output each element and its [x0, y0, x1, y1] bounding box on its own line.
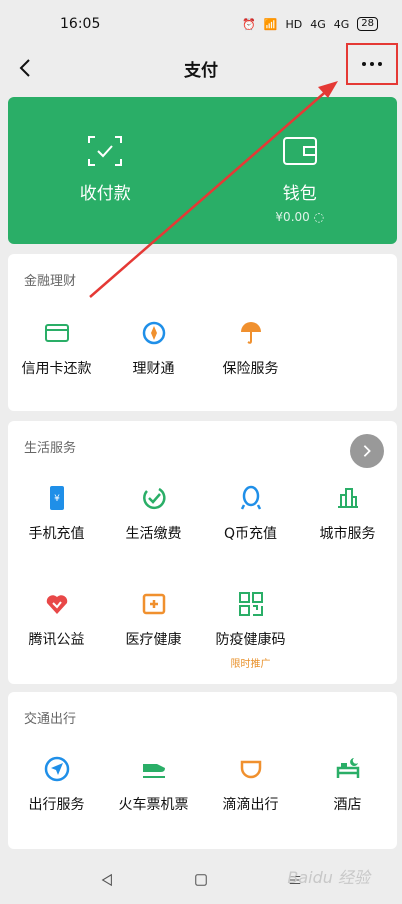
payment-card: 收付款 钱包 ¥0.00 ◌: [8, 97, 397, 244]
more-dot-icon: [370, 62, 374, 66]
wallet-button[interactable]: 钱包 ¥0.00 ◌: [203, 97, 398, 244]
insurance-label: 保险服务: [222, 361, 279, 377]
train-ticket-button[interactable]: 火车票机票: [105, 756, 202, 814]
back-icon[interactable]: [12, 54, 40, 82]
licaitong-label: 理财通: [132, 361, 175, 377]
finance-title: 金融理财: [24, 274, 77, 289]
watermark: Baidu 经验: [287, 868, 370, 887]
hotel-label: 酒店: [333, 797, 362, 813]
life-grid-row2: 腾讯公益 医疗健康 防疫健康码 限时推广: [8, 591, 397, 670]
wallet-balance: ¥0.00 ◌: [275, 210, 325, 224]
travel-service-icon: [44, 756, 69, 782]
medical-icon: [142, 593, 165, 615]
status-time: 16:05: [60, 16, 101, 32]
life-title: 生活服务: [24, 441, 77, 456]
travel-service-label: 出行服务: [28, 797, 85, 813]
hotel-icon: [336, 758, 359, 778]
nav-home-icon[interactable]: [194, 873, 208, 887]
health-code-label: 防疫健康码: [215, 632, 286, 648]
phone-recharge-label: 手机充值: [28, 526, 85, 542]
licaitong-button[interactable]: 理财通: [105, 320, 202, 378]
travel-section: 交通出行 出行服务 火车票机票 滴滴出行 酒店: [8, 692, 397, 849]
travel-grid: 出行服务 火车票机票 滴滴出行 酒店: [8, 756, 397, 814]
charity-icon: [46, 595, 67, 614]
city-service-icon: [337, 488, 358, 508]
credit-card-icon: [44, 324, 69, 342]
qq-coin-label: Q币充值: [223, 526, 278, 542]
more-button[interactable]: [346, 43, 398, 85]
health-code-icon: [238, 592, 263, 616]
life-section: 生活服务 ¥ 手机充值 生活缴费 Q币充值 城市服务 腾讯公益 医疗健康 防疫健…: [8, 421, 397, 684]
medical-label: 医疗健康: [125, 632, 182, 648]
hotel-button[interactable]: 酒店: [299, 756, 396, 814]
pay-receive-button[interactable]: 收付款: [8, 97, 203, 244]
charity-label: 腾讯公益: [28, 632, 85, 648]
qq-coin-icon: [240, 485, 261, 510]
life-grid-row1: ¥ 手机充值 生活缴费 Q币充值 城市服务: [8, 485, 397, 543]
insurance-button[interactable]: 保险服务: [202, 320, 299, 378]
scan-pay-icon: [88, 136, 123, 166]
finance-grid: 信用卡还款 理财通 保险服务: [8, 320, 397, 378]
battery-icon: 28: [357, 17, 378, 31]
wifi-icon: 📶: [263, 17, 278, 31]
health-code-button[interactable]: 防疫健康码 限时推广: [202, 591, 299, 670]
nav-bar: 支付: [0, 43, 402, 88]
credit-card-label: 信用卡还款: [21, 361, 92, 377]
phone-recharge-button[interactable]: ¥ 手机充值: [8, 485, 105, 543]
insurance-icon: [240, 322, 261, 344]
pay-receive-label: 收付款: [79, 184, 131, 204]
hd-badge: HD: [285, 17, 303, 31]
bill-pay-button[interactable]: 生活缴费: [105, 485, 202, 543]
didi-label: 滴滴出行: [222, 797, 279, 813]
more-dot-icon: [362, 62, 366, 66]
wallet-icon: [282, 137, 317, 165]
status-icons: ⏰ 📶 HD 4G 4G 28: [242, 17, 378, 31]
next-arrow-button[interactable]: [350, 434, 384, 468]
city-service-button[interactable]: 城市服务: [299, 485, 396, 543]
finance-section: 金融理财 信用卡还款 理财通 保险服务: [8, 254, 397, 411]
nav-back-icon[interactable]: [100, 873, 114, 887]
network-1: 4G: [310, 17, 326, 31]
train-ticket-icon: [142, 764, 165, 778]
bill-pay-label: 生活缴费: [125, 526, 182, 542]
network-2: 4G: [333, 17, 350, 31]
svg-text:¥: ¥: [54, 494, 60, 504]
didi-icon: [240, 760, 261, 779]
alarm-icon: ⏰: [242, 17, 256, 31]
charity-button[interactable]: 腾讯公益: [8, 591, 105, 670]
licaitong-icon: [142, 321, 165, 345]
train-ticket-label: 火车票机票: [118, 797, 189, 813]
travel-service-button[interactable]: 出行服务: [8, 756, 105, 814]
status-bar: 16:05 ⏰ 📶 HD 4G 4G 28: [0, 0, 402, 48]
bill-pay-icon: [142, 487, 166, 510]
didi-button[interactable]: 滴滴出行: [202, 756, 299, 814]
more-dot-icon: [378, 62, 382, 66]
promo-tag: 限时推广: [230, 659, 271, 670]
phone-recharge-icon: ¥: [49, 486, 64, 510]
chevron-right-icon: [363, 445, 371, 457]
qq-coin-button[interactable]: Q币充值: [202, 485, 299, 543]
travel-title: 交通出行: [24, 712, 77, 727]
page-title: 支付: [184, 60, 218, 81]
wallet-label: 钱包: [282, 184, 317, 204]
credit-card-repay-button[interactable]: 信用卡还款: [8, 320, 105, 378]
medical-button[interactable]: 医疗健康: [105, 591, 202, 670]
city-service-label: 城市服务: [319, 526, 376, 542]
